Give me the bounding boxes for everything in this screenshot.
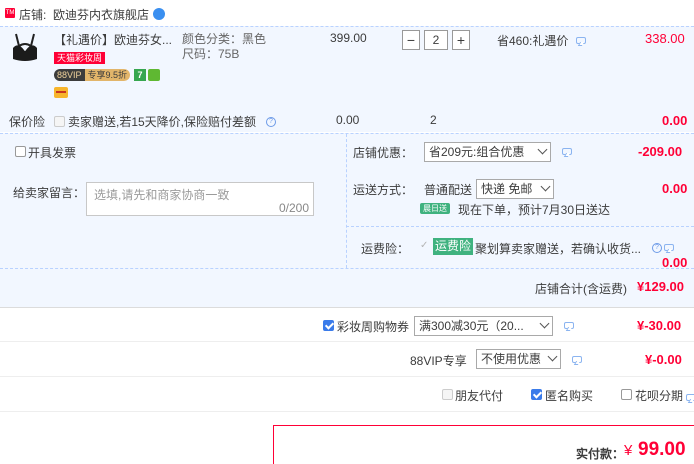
installment-info-icon[interactable] bbox=[686, 394, 694, 401]
installment-label[interactable]: 花呗分期 bbox=[635, 387, 683, 404]
vip-amount: ¥-0.00 bbox=[645, 352, 682, 367]
freight-insurance-label: 运费险： bbox=[361, 242, 410, 256]
divider bbox=[346, 226, 694, 227]
message-counter: 0/200 bbox=[278, 201, 309, 215]
actual-pay-currency: ¥ bbox=[624, 442, 633, 459]
vip-tag: 88VIP 专享9.5折 bbox=[54, 69, 131, 81]
product-title-link[interactable]: 【礼遇价】欧迪芬女... bbox=[54, 31, 172, 48]
shipping-method: 普通配送 bbox=[424, 183, 473, 197]
shop-header: TM 店铺: 欧迪芬内衣旗舰店 bbox=[0, 0, 694, 26]
qty-input[interactable]: 2 bbox=[424, 30, 448, 50]
shield-badge-icon bbox=[148, 69, 160, 81]
shop-name-link[interactable]: 欧迪芬内衣旗舰店 bbox=[53, 6, 149, 23]
vip-selected: 不使用优惠 bbox=[481, 352, 542, 366]
coupon-selected: 满300减30元（20... bbox=[419, 319, 524, 333]
coupon-checkbox[interactable] bbox=[323, 320, 334, 331]
item-subtotal: 338.00 bbox=[645, 31, 685, 46]
message-label: 给卖家留言： bbox=[13, 186, 86, 200]
shop-discount-info-icon[interactable] bbox=[562, 148, 572, 155]
insurance-checkbox[interactable] bbox=[54, 116, 65, 127]
installment-checkbox[interactable] bbox=[621, 389, 632, 400]
shipping-eta: 现在下单，预计7月30日送达 bbox=[458, 203, 611, 217]
message-textarea[interactable]: 选填,请先和商家协商一致 0/200 bbox=[86, 182, 314, 216]
insurance-label: 保价险 bbox=[9, 115, 46, 129]
qty-minus-button[interactable]: − bbox=[402, 30, 420, 50]
shop-discount-select[interactable]: 省209元:组合优惠 bbox=[424, 142, 551, 162]
insurance-qty: 2 bbox=[430, 113, 437, 127]
shop-label: 店铺: bbox=[19, 8, 47, 22]
divider bbox=[0, 307, 694, 308]
bra-image bbox=[13, 33, 37, 61]
next-day-badge: 晨日送 bbox=[420, 203, 450, 214]
friend-pay-checkbox[interactable] bbox=[442, 389, 453, 400]
unit-price: 399.00 bbox=[330, 31, 367, 45]
insurance-price: 0.00 bbox=[336, 113, 360, 127]
freight-insurance-amount: 0.00 bbox=[662, 255, 688, 270]
vip-discount-label: 专享9.5折 bbox=[84, 69, 131, 81]
anonymous-label[interactable]: 匿名购买 bbox=[545, 387, 593, 404]
divider bbox=[0, 268, 694, 269]
shipping-select[interactable]: 快递 免邮 bbox=[476, 179, 554, 199]
freight-insurance-help-icon[interactable]: ? bbox=[652, 243, 662, 253]
actual-pay-amount: 99.00 bbox=[638, 439, 686, 460]
insurance-desc: 卖家赠送,若15天降价,保险赔付差额 bbox=[68, 115, 257, 129]
shop-discount-selected: 省209元:组合优惠 bbox=[429, 145, 525, 159]
divider bbox=[0, 133, 694, 134]
card-badge-icon bbox=[54, 87, 68, 98]
shop-discount-amount: -209.00 bbox=[638, 144, 683, 159]
shop-total-amount: ¥129.00 bbox=[637, 279, 684, 294]
divider bbox=[0, 411, 694, 412]
coupon-select[interactable]: 满300减30元（20... bbox=[414, 316, 553, 336]
tmall-promo-tag: 天猫彩妆周 bbox=[54, 52, 106, 64]
insurance-help-icon[interactable]: ? bbox=[266, 117, 276, 127]
saving-info-icon[interactable] bbox=[576, 37, 586, 44]
coupon-amount: ¥-30.00 bbox=[637, 318, 682, 333]
shipping-selected: 快递 免邮 bbox=[481, 182, 533, 196]
message-placeholder: 选填,请先和商家协商一致 bbox=[94, 188, 230, 202]
quantity-stepper: − 2 + bbox=[402, 30, 470, 50]
insurance-total: 0.00 bbox=[662, 113, 688, 128]
actual-pay-box: 实付款： ¥ 99.00 bbox=[273, 425, 694, 464]
freight-insurance-tag: 运费险 bbox=[433, 238, 474, 255]
chevron-down-icon bbox=[540, 181, 551, 192]
chevron-down-icon bbox=[547, 351, 558, 362]
options-vertical-divider bbox=[346, 134, 347, 268]
vip-label: 88VIP bbox=[54, 69, 85, 81]
shop-total-label: 店铺合计(含运费) bbox=[535, 282, 627, 296]
product-image[interactable] bbox=[10, 32, 40, 66]
divider bbox=[0, 341, 694, 342]
vip-select[interactable]: 不使用优惠 bbox=[476, 349, 561, 369]
coupon-label: 彩妆周购物券 bbox=[337, 320, 410, 334]
shop-discount-label: 店铺优惠： bbox=[353, 146, 414, 160]
vip-info-icon[interactable] bbox=[572, 356, 582, 363]
vip-label: 88VIP专享 bbox=[410, 354, 467, 368]
invoice-checkbox[interactable] bbox=[15, 146, 26, 157]
freight-insurance-desc: 聚划算卖家赠送，若确认收货... bbox=[475, 242, 642, 256]
divider bbox=[0, 26, 694, 27]
sku-size: 尺码：75B bbox=[182, 47, 240, 61]
freight-insurance-chat-icon[interactable] bbox=[664, 244, 674, 251]
seven-day-return-icon: 7 bbox=[134, 69, 146, 81]
freight-insurance-check-icon: ✓ bbox=[420, 240, 429, 251]
friend-pay-label[interactable]: 朋友代付 bbox=[455, 387, 503, 404]
qty-plus-button[interactable]: + bbox=[452, 30, 470, 50]
actual-pay-label: 实付款： bbox=[576, 447, 625, 461]
divider bbox=[0, 376, 694, 377]
invoice-label[interactable]: 开具发票 bbox=[28, 144, 76, 161]
tmall-shop-icon: TM bbox=[5, 8, 15, 18]
anonymous-checkbox[interactable] bbox=[531, 389, 542, 400]
saving-text: 省460:礼遇价 bbox=[497, 34, 569, 48]
chevron-down-icon bbox=[537, 144, 548, 155]
shipping-label: 运送方式： bbox=[353, 183, 414, 197]
chevron-down-icon bbox=[539, 318, 550, 329]
shipping-amount: 0.00 bbox=[662, 181, 688, 196]
coupon-info-icon[interactable] bbox=[564, 322, 574, 329]
wangwang-chat-icon[interactable] bbox=[153, 8, 165, 20]
